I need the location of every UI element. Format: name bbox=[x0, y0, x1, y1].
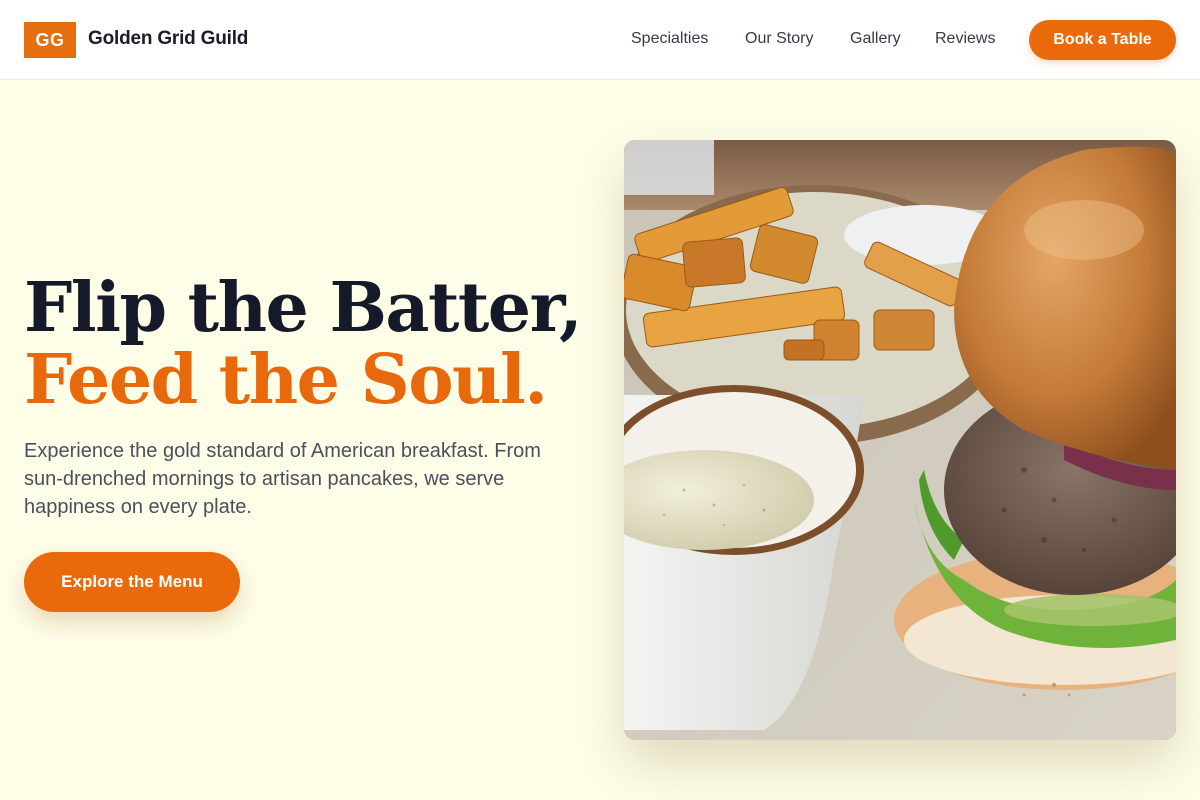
burger-photo-illustration bbox=[624, 140, 1176, 740]
nav-link-specialties[interactable]: Specialties bbox=[631, 30, 708, 48]
logo-badge[interactable]: GG bbox=[24, 22, 76, 58]
hero-headline-line2: Feed the Soul. bbox=[24, 340, 548, 420]
book-table-button[interactable]: Book a Table bbox=[1029, 20, 1176, 60]
hero-subtitle: Experience the gold standard of American… bbox=[24, 440, 541, 518]
nav-link-gallery[interactable]: Gallery bbox=[850, 30, 901, 48]
explore-menu-button[interactable]: Explore the Menu bbox=[24, 552, 240, 612]
site-header: GG Golden Grid Guild Specialties Our Sto… bbox=[0, 0, 1200, 80]
hero-headline-line1: Flip the Batter, bbox=[24, 268, 583, 348]
brand-name[interactable]: Golden Grid Guild bbox=[88, 28, 248, 50]
nav-link-reviews[interactable]: Reviews bbox=[935, 30, 995, 48]
hero-food-image bbox=[624, 140, 1176, 740]
nav-link-our-story[interactable]: Our Story bbox=[745, 30, 813, 48]
